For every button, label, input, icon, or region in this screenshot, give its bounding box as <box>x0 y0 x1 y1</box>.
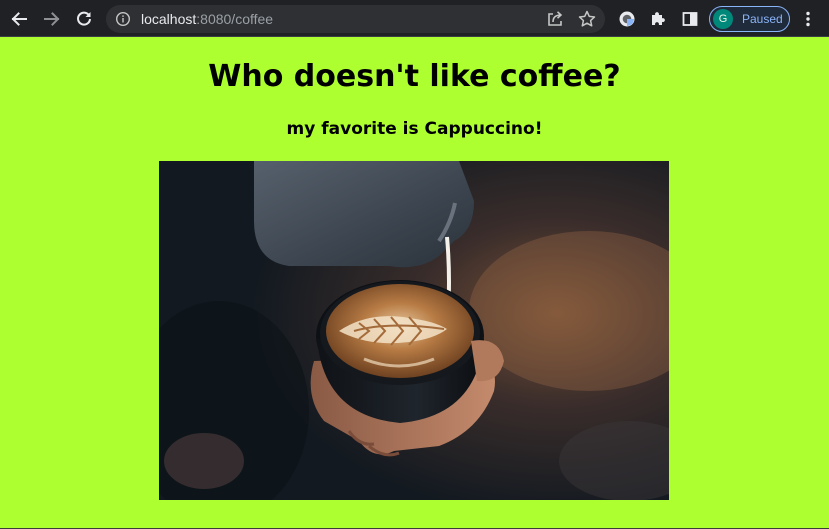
side-panel-button[interactable] <box>677 6 703 32</box>
share-icon[interactable] <box>545 9 565 29</box>
url-host: localhost <box>141 11 197 27</box>
page-content: Who doesn't like coffee? my favorite is … <box>0 37 829 529</box>
info-icon[interactable] <box>115 11 131 27</box>
extension-icon <box>619 11 635 27</box>
extension-button[interactable] <box>614 6 640 32</box>
address-bar[interactable]: localhost:8080/coffee <box>106 5 605 33</box>
reload-button[interactable] <box>71 6 97 32</box>
puzzle-icon <box>652 12 665 25</box>
avatar: G <box>713 9 733 29</box>
page-title: Who doesn't like coffee? <box>208 59 621 94</box>
url-text[interactable]: localhost:8080/coffee <box>141 11 273 27</box>
browser-menu-button[interactable] <box>795 6 821 32</box>
forward-button[interactable] <box>39 6 65 32</box>
latte-art-pour-image <box>159 161 669 500</box>
profile-button[interactable]: G Paused <box>709 6 790 32</box>
page-subtitle: my favorite is Cappuccino! <box>286 119 543 139</box>
back-arrow-icon <box>11 12 27 26</box>
coffee-photo <box>159 161 669 500</box>
reload-icon <box>77 11 91 26</box>
profile-status-label: Paused <box>742 12 783 26</box>
forward-arrow-icon <box>44 12 60 26</box>
browser-toolbar: localhost:8080/coffee G Paused <box>0 0 829 37</box>
url-path: :8080/coffee <box>196 11 274 27</box>
back-button[interactable] <box>6 6 32 32</box>
side-panel-icon <box>682 12 698 26</box>
kebab-menu-icon <box>806 11 810 27</box>
extensions-menu-button[interactable] <box>645 6 671 32</box>
star-icon[interactable] <box>577 9 597 29</box>
